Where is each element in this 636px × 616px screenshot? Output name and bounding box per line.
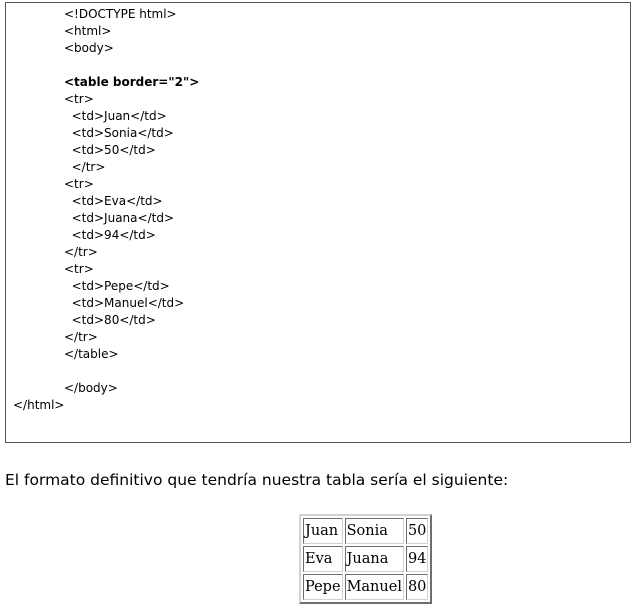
code-line: <table border="2"> bbox=[64, 75, 200, 89]
code-line: <td>50</td> bbox=[64, 143, 156, 157]
code-line: </tr> bbox=[64, 245, 98, 259]
code-line: <td>Sonia</td> bbox=[64, 126, 174, 140]
code-line: </body> bbox=[64, 381, 118, 395]
table-cell: Pepe bbox=[303, 574, 343, 600]
result-table: Juan Sonia 50 Eva Juana 94 Pepe Manuel 8… bbox=[299, 514, 433, 604]
code-line: <html> bbox=[64, 24, 112, 38]
code-line: <td>Juana</td> bbox=[64, 211, 174, 225]
code-line: </table> bbox=[64, 347, 119, 361]
table-cell: Manuel bbox=[344, 574, 404, 600]
table-row: Pepe Manuel 80 bbox=[303, 574, 429, 600]
code-line: <body> bbox=[64, 41, 114, 55]
table-cell: Sonia bbox=[344, 518, 404, 544]
code-line: <tr> bbox=[64, 262, 94, 276]
table-row: Juan Sonia 50 bbox=[303, 518, 429, 544]
table-cell: Eva bbox=[303, 546, 343, 572]
table-cell: Juana bbox=[344, 546, 404, 572]
code-line: <!DOCTYPE html> bbox=[64, 7, 177, 21]
code-line: </tr> bbox=[64, 330, 98, 344]
table-cell: Juan bbox=[303, 518, 343, 544]
code-line: </tr> bbox=[64, 160, 106, 174]
code-line: <td>94</td> bbox=[64, 228, 156, 242]
code-line: </html> bbox=[13, 398, 65, 412]
code-line: <td>Juan</td> bbox=[64, 109, 167, 123]
code-line: <td>80</td> bbox=[64, 313, 156, 327]
code-line: <td>Manuel</td> bbox=[64, 296, 185, 310]
code-line: <td>Eva</td> bbox=[64, 194, 163, 208]
table-cell: 80 bbox=[405, 574, 429, 600]
code-line: <tr> bbox=[64, 177, 94, 191]
table-row: Eva Juana 94 bbox=[303, 546, 429, 572]
code-listing-box: <!DOCTYPE html> <html> <body> <table bor… bbox=[5, 2, 631, 443]
caption-text: El formato definitivo que tendría nuestr… bbox=[5, 471, 509, 489]
code-line: <td>Pepe</td> bbox=[64, 279, 170, 293]
table-cell: 50 bbox=[405, 518, 429, 544]
table-cell: 94 bbox=[405, 546, 429, 572]
code-line: <tr> bbox=[64, 92, 94, 106]
